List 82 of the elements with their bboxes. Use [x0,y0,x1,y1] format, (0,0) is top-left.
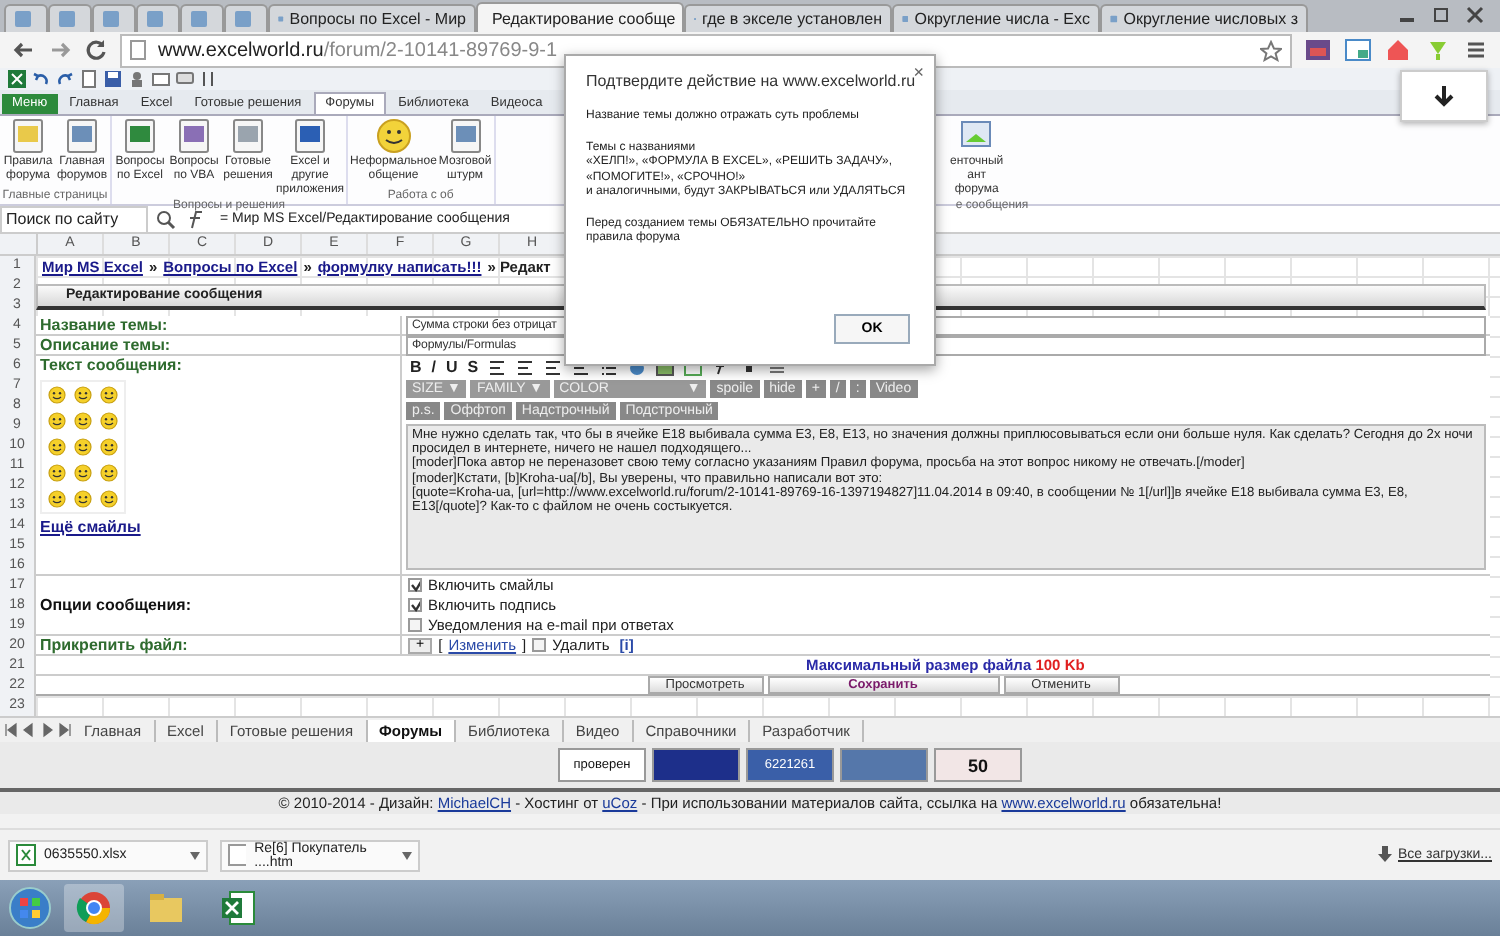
checkbox[interactable] [408,617,422,632]
site-badge[interactable] [652,748,740,782]
browser-icon [76,890,112,926]
favicon-icon [146,10,164,28]
reload-icon[interactable] [84,38,108,62]
download-arrow-icon [1434,84,1454,108]
format-button[interactable]: B [410,358,422,376]
field-label: Опции сообщения: [36,576,400,636]
extension-icon[interactable] [1344,38,1372,62]
field-label: Название темы: [36,316,400,336]
field-label: Описание темы: [36,336,400,356]
smiley-icon[interactable] [48,386,66,404]
save-icon[interactable] [104,70,122,88]
favicon-icon [190,10,208,28]
caret-icon[interactable] [190,851,200,859]
smiley-icon[interactable] [74,464,92,482]
checkbox[interactable] [532,638,547,652]
extension-icon[interactable] [1304,38,1332,62]
download-icon [1378,846,1392,864]
start-icon[interactable] [8,886,52,930]
taskbar-app[interactable] [64,884,124,932]
restore-icon[interactable] [1432,6,1450,24]
function-icon[interactable] [184,209,208,229]
browser-tab[interactable]: Округление числовых з [1100,4,1308,32]
spreadsheet-file-icon [16,844,36,866]
favicon-icon [234,10,252,28]
smiley-icon[interactable] [74,490,92,508]
undo-icon[interactable] [32,70,50,88]
field-label: Прикрепить файл: [36,636,400,656]
document-icon[interactable] [80,70,98,88]
smiley-icon[interactable] [100,412,118,430]
smiley-icon[interactable] [74,438,92,456]
format-button[interactable]: S [467,358,479,376]
format-button[interactable]: / [431,358,437,376]
align-icon[interactable] [516,359,535,375]
back-icon[interactable] [12,38,36,62]
more-smileys-link[interactable]: Ещё смайлы [40,518,141,536]
chat-icon[interactable] [176,70,194,88]
favicon-icon [58,10,76,28]
browser-tab[interactable]: Редактирование сообще [476,2,684,32]
spreadsheet-icon [220,890,256,926]
sheet-navigation-icon[interactable] [4,722,72,738]
file-icon [228,844,247,866]
favicon-icon [102,10,120,28]
search-icon[interactable] [156,209,176,229]
close-button[interactable]: × [913,62,924,82]
dialog-title: Подтвердите действие на www.excelworld.ru [586,72,916,90]
star-icon[interactable] [1260,39,1282,61]
smiley-icon[interactable] [48,412,66,430]
checkbox[interactable] [408,578,422,593]
browser-tab[interactable]: Округление числа - Exc [892,4,1100,32]
forward-icon[interactable] [48,38,72,62]
download-indicator[interactable] [1400,70,1488,122]
format-button[interactable]: U [446,358,458,376]
align-icon[interactable] [544,359,563,375]
field-label: Текст сообщения: [40,356,182,376]
menu-icon[interactable] [1464,38,1488,62]
smiley-icon[interactable] [100,386,118,404]
browser-tab[interactable]: Вопросы по Excel - Мир [268,4,476,32]
favicon-icon [14,10,32,28]
site-badge[interactable]: 50 [934,748,1022,782]
align-icon[interactable] [488,359,507,375]
smiley-icon[interactable] [100,490,118,508]
site-search-field[interactable]: Поиск по сайту [0,205,148,233]
browser-tab[interactable]: где в экселе установлен [684,4,892,32]
smiley-icon[interactable] [48,438,66,456]
smiley-icon[interactable] [74,412,92,430]
folder-icon [148,892,184,924]
smiley-icon[interactable] [100,464,118,482]
close-icon[interactable] [1466,6,1484,24]
caret-icon[interactable] [402,851,412,859]
redo-icon[interactable] [56,70,74,88]
page-icon [130,40,146,60]
smiley-icon[interactable] [74,386,92,404]
home-icon[interactable] [1384,38,1412,62]
checkbox[interactable] [408,597,422,612]
people-icon[interactable] [128,70,146,88]
email-icon[interactable] [152,70,170,88]
smiley-icon[interactable] [48,490,66,508]
smiley-icon [375,118,412,154]
smiley-icon[interactable] [100,438,118,456]
smiley-icon[interactable] [48,464,66,482]
